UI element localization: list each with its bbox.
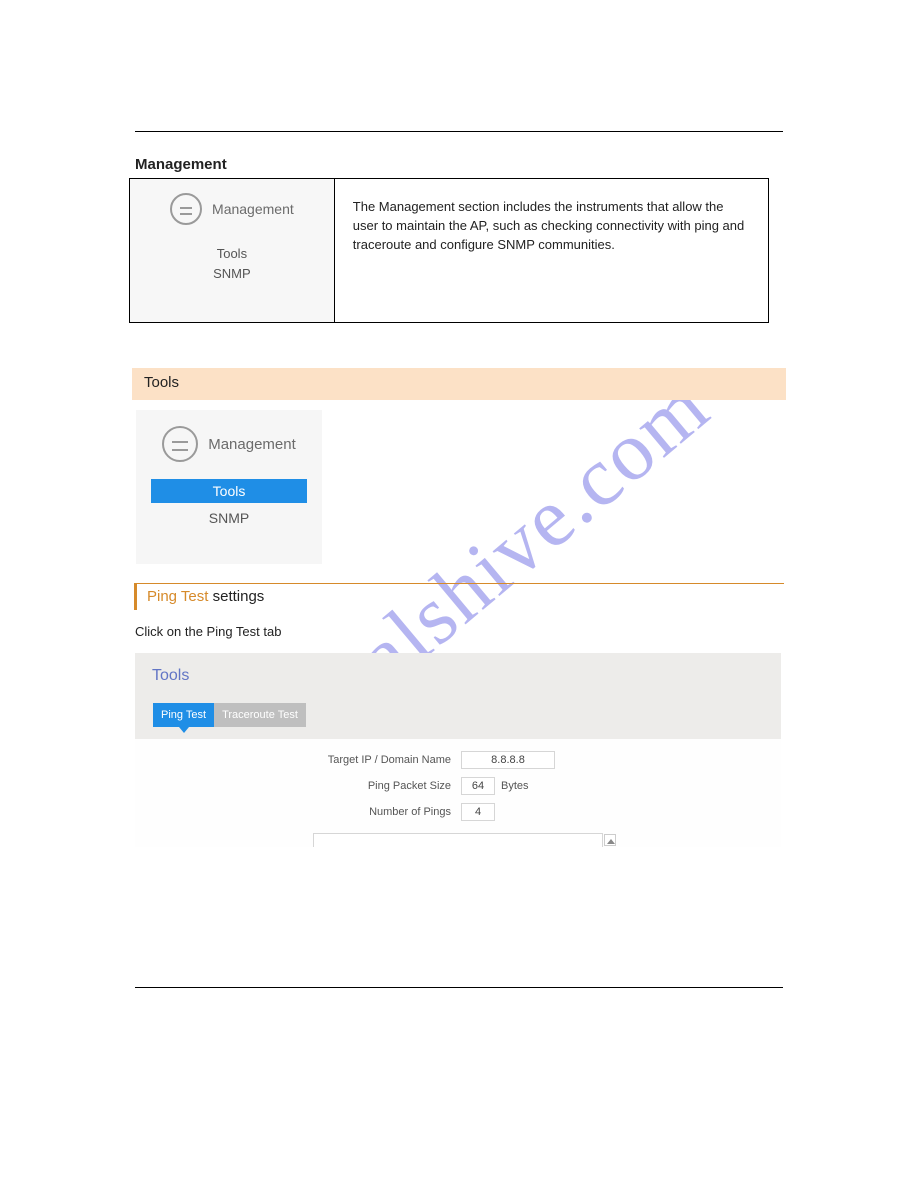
tab-ping-test[interactable]: Ping Test [153, 703, 214, 727]
row-target: Target IP / Domain Name [135, 747, 781, 773]
bottom-rule [135, 987, 783, 988]
input-ping-count[interactable] [461, 803, 495, 821]
row-ping-count: Number of Pings [135, 799, 781, 825]
label-packet-size: Ping Packet Size [135, 780, 461, 792]
management-header-row: Management [170, 193, 294, 225]
subheader-rest: settings [213, 588, 265, 605]
sidebar-item-snmp[interactable]: SNMP [136, 507, 322, 529]
input-packet-size[interactable] [461, 777, 495, 795]
management-header-label-2: Management [208, 436, 296, 453]
management-header-label: Management [212, 201, 294, 217]
scroll-up-icon[interactable] [604, 834, 616, 846]
management-menu-block: Management Tools SNMP [130, 179, 334, 302]
tools-panel: Tools Ping TestTraceroute Test Target IP… [135, 653, 781, 847]
ping-form: Target IP / Domain Name Ping Packet Size… [135, 739, 781, 847]
unit-bytes: Bytes [501, 780, 529, 792]
management-icon [170, 193, 202, 225]
sidebar-item-tools[interactable]: Tools [151, 479, 307, 503]
input-target-ip[interactable] [461, 751, 555, 769]
tools-panel-title: Tools [152, 667, 189, 685]
management-sidebar-panel: Management Tools SNMP [136, 410, 322, 564]
output-box [313, 833, 603, 847]
table-cell-right: The Management section includes the inst… [334, 179, 768, 323]
label-ping-count: Number of Pings [135, 806, 461, 818]
row-packet-size: Ping Packet Size Bytes [135, 773, 781, 799]
tools-tabs: Ping TestTraceroute Test [153, 703, 306, 731]
management-table: Management Tools SNMP The Management sec… [129, 178, 769, 323]
table-cell-left: Management Tools SNMP [130, 179, 335, 323]
menu-item-snmp: SNMP [130, 264, 334, 284]
management-icon [162, 426, 198, 462]
label-target: Target IP / Domain Name [135, 754, 461, 766]
subheader-accent: Ping Test [147, 588, 213, 605]
top-rule [135, 131, 783, 132]
subheader: Ping Test settings [134, 584, 354, 610]
tools-section-label: Tools [144, 374, 179, 391]
management-description: The Management section includes the inst… [335, 179, 768, 254]
management-header-row-2: Management [162, 426, 296, 462]
tools-section-bar: Tools [132, 368, 786, 400]
document-page: Management Management Tools SNMP The Man… [135, 0, 783, 1188]
menu-item-tools: Tools [130, 244, 334, 264]
subheader-instruction: Click on the Ping Test tab [135, 624, 281, 639]
tab-traceroute-test[interactable]: Traceroute Test [214, 703, 306, 727]
section-heading: Management [135, 156, 227, 173]
